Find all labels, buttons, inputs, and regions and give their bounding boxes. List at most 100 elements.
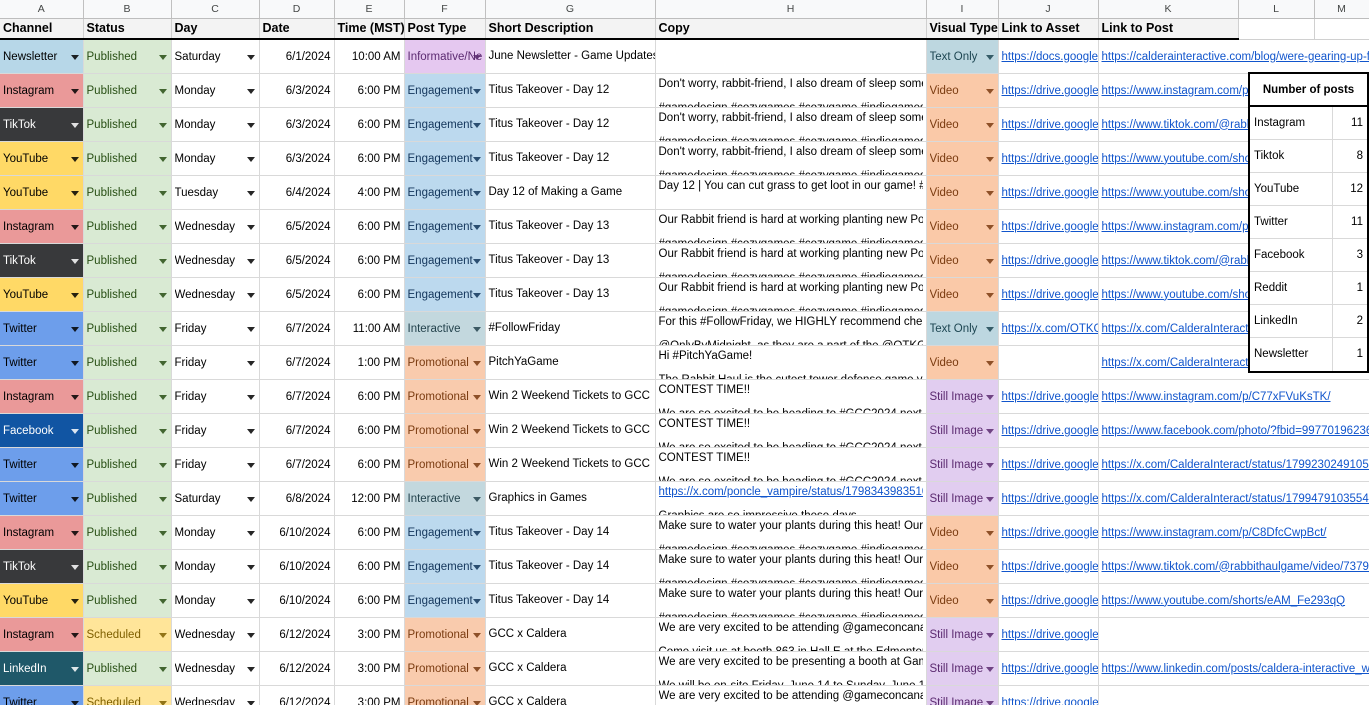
- cell-copy[interactable]: [655, 39, 927, 74]
- cell-channel[interactable]: Twitter: [0, 345, 84, 380]
- header-column-l[interactable]: [1238, 17, 1315, 40]
- chevron-down-icon[interactable]: [246, 530, 255, 536]
- chevron-down-icon[interactable]: [246, 156, 255, 162]
- cell-link-to-asset[interactable]: https://drive.google.com/: [998, 277, 1099, 312]
- column-header-i[interactable]: I: [926, 0, 999, 19]
- chevron-down-icon[interactable]: [472, 496, 481, 502]
- chevron-down-icon[interactable]: [472, 88, 481, 94]
- cell-link-to-post-link[interactable]: https://www.instagram.com/p/C: [1102, 85, 1261, 97]
- cell-status[interactable]: Published: [83, 345, 172, 380]
- cell-channel[interactable]: Twitter: [0, 481, 84, 516]
- cell-visual-type[interactable]: Video: [926, 175, 999, 210]
- cell-link-to-asset[interactable]: https://drive.google.com/: [998, 413, 1099, 448]
- cell-short-description[interactable]: PitchYaGame: [485, 345, 656, 380]
- cell-short-description[interactable]: Day 12 of Making a Game: [485, 175, 656, 210]
- table-row[interactable]: Twitter Published Friday 6/7/2024 11:00 AM In…: [0, 311, 1369, 346]
- cell-time[interactable]: 6:00 PM: [334, 277, 405, 312]
- cell-day[interactable]: Friday: [171, 413, 260, 448]
- cell-link-to-asset-link[interactable]: https://drive.google.com/: [1002, 561, 1098, 573]
- cell-visual-type[interactable]: Still Image: [926, 481, 999, 516]
- chevron-down-icon[interactable]: [158, 700, 167, 705]
- cell-channel[interactable]: YouTube: [0, 141, 84, 176]
- cell-time[interactable]: 6:00 PM: [334, 515, 405, 550]
- chevron-down-icon[interactable]: [985, 292, 994, 298]
- column-header-j[interactable]: J: [998, 0, 1099, 19]
- cell-copy[interactable]: Don't worry, rabbit-friend, I also dream…: [655, 73, 927, 108]
- cell-status[interactable]: Published: [83, 651, 172, 686]
- header-day[interactable]: Day: [171, 17, 260, 40]
- cell-link-to-post-link[interactable]: https://x.com/CalderaInteract/s: [1102, 357, 1258, 369]
- cell-short-description[interactable]: Titus Takeover - Day 14: [485, 583, 656, 618]
- cell-time[interactable]: 3:00 PM: [334, 617, 405, 652]
- cell-day[interactable]: Monday: [171, 141, 260, 176]
- cell-channel[interactable]: LinkedIn: [0, 651, 84, 686]
- cell-short-description[interactable]: #FollowFriday: [485, 311, 656, 346]
- summary-row[interactable]: Instagram 11: [1250, 107, 1367, 140]
- cell-copy[interactable]: Day 12 | You can cut grass to get loot i…: [655, 175, 927, 210]
- cell-link-to-asset[interactable]: https://drive.google.com/file/d/1q6MMc8r…: [998, 685, 1099, 705]
- table-row[interactable]: LinkedIn Published Wednesday 6/12/2024 3:00 …: [0, 651, 1369, 686]
- cell-status[interactable]: Published: [83, 447, 172, 482]
- cell-link-to-asset-link[interactable]: https://drive.google.com/: [1002, 255, 1098, 267]
- cell-day[interactable]: Wednesday: [171, 651, 260, 686]
- cell-link-to-post[interactable]: https://www.youtube.com/shorts/eAM_Fe293…: [1098, 583, 1369, 618]
- chevron-down-icon[interactable]: [472, 394, 481, 400]
- table-row[interactable]: Twitter Published Friday 6/7/2024 6:00 PM Pro…: [0, 447, 1369, 482]
- cell-link-to-post-link[interactable]: https://x.com/CalderaInteract/status/179…: [1102, 493, 1369, 505]
- cell-short-description[interactable]: Titus Takeover - Day 13: [485, 209, 656, 244]
- cell-channel[interactable]: Instagram: [0, 73, 84, 108]
- cell-date[interactable]: 6/4/2024: [259, 175, 335, 210]
- chevron-down-icon[interactable]: [472, 700, 481, 705]
- cell-time[interactable]: 3:00 PM: [334, 651, 405, 686]
- chevron-down-icon[interactable]: [246, 292, 255, 298]
- cell-link-to-post[interactable]: https://calderainteractive.com/blog/were…: [1098, 39, 1369, 74]
- cell-post-type[interactable]: Promotional: [404, 617, 486, 652]
- cell-link-to-post[interactable]: https://www.instagram.com/p/C77xFVuKsTK/: [1098, 379, 1369, 414]
- cell-channel[interactable]: Facebook: [0, 413, 84, 448]
- cell-day[interactable]: Monday: [171, 515, 260, 550]
- chevron-down-icon[interactable]: [985, 700, 994, 705]
- chevron-down-icon[interactable]: [70, 190, 79, 196]
- column-header-d[interactable]: D: [259, 0, 335, 19]
- cell-time[interactable]: 6:00 PM: [334, 209, 405, 244]
- cell-short-description[interactable]: June Newsletter - Game Updates, Failed P…: [485, 39, 656, 74]
- table-row[interactable]: Newsletter Published Saturday 6/1/2024 10:00…: [0, 39, 1369, 74]
- table-row[interactable]: Instagram Published Friday 6/7/2024 6:00 PM P…: [0, 379, 1369, 414]
- cell-channel[interactable]: Twitter: [0, 311, 84, 346]
- cell-link-to-asset-link[interactable]: https://drive.google.com/: [1002, 221, 1098, 233]
- cell-visual-type[interactable]: Text Only: [926, 39, 999, 74]
- cell-day[interactable]: Wednesday: [171, 685, 260, 705]
- cell-channel[interactable]: TikTok: [0, 549, 84, 584]
- chevron-down-icon[interactable]: [158, 224, 167, 230]
- cell-status[interactable]: Published: [83, 209, 172, 244]
- summary-row[interactable]: Tiktok 8: [1250, 140, 1367, 173]
- chevron-down-icon[interactable]: [158, 530, 167, 536]
- cell-day[interactable]: Friday: [171, 447, 260, 482]
- cell-copy[interactable]: Our Rabbit friend is hard at working pla…: [655, 277, 927, 312]
- cell-link-to-asset[interactable]: https://docs.google.com/: [998, 39, 1099, 74]
- header-column-m[interactable]: [1314, 17, 1369, 40]
- table-row[interactable]: Twitter Published Saturday 6/8/2024 12:00 PM…: [0, 481, 1369, 516]
- cell-copy[interactable]: Make sure to water your plants during th…: [655, 583, 927, 618]
- table-row[interactable]: YouTube Published Monday 6/10/2024 6:00 PM En…: [0, 583, 1369, 618]
- chevron-down-icon[interactable]: [985, 326, 994, 332]
- cell-short-description[interactable]: Win 2 Weekend Tickets to GCC: [485, 447, 656, 482]
- chevron-down-icon[interactable]: [246, 88, 255, 94]
- cell-link-to-post-link[interactable]: https://x.com/CalderaInteract/status/179…: [1102, 459, 1369, 471]
- cell-visual-type[interactable]: Video: [926, 583, 999, 618]
- cell-link-to-asset[interactable]: https://drive.google.com/: [998, 481, 1099, 516]
- cell-channel[interactable]: YouTube: [0, 583, 84, 618]
- chevron-down-icon[interactable]: [472, 564, 481, 570]
- chevron-down-icon[interactable]: [246, 224, 255, 230]
- cell-date[interactable]: 6/12/2024: [259, 685, 335, 705]
- cell-copy[interactable]: CONTEST TIME!! We are so excited to be he…: [655, 447, 927, 482]
- chevron-down-icon[interactable]: [158, 632, 167, 638]
- cell-status[interactable]: Published: [83, 481, 172, 516]
- column-header-a[interactable]: A: [0, 0, 84, 19]
- chevron-down-icon[interactable]: [70, 292, 79, 298]
- chevron-down-icon[interactable]: [70, 530, 79, 536]
- header-time[interactable]: Time (MST): [334, 17, 405, 40]
- cell-day[interactable]: Wednesday: [171, 243, 260, 278]
- cell-link-to-post-link[interactable]: https://www.youtube.com/shor: [1102, 187, 1255, 199]
- cell-link-to-asset-link[interactable]: https://x.com/OTKGame: [1002, 323, 1098, 335]
